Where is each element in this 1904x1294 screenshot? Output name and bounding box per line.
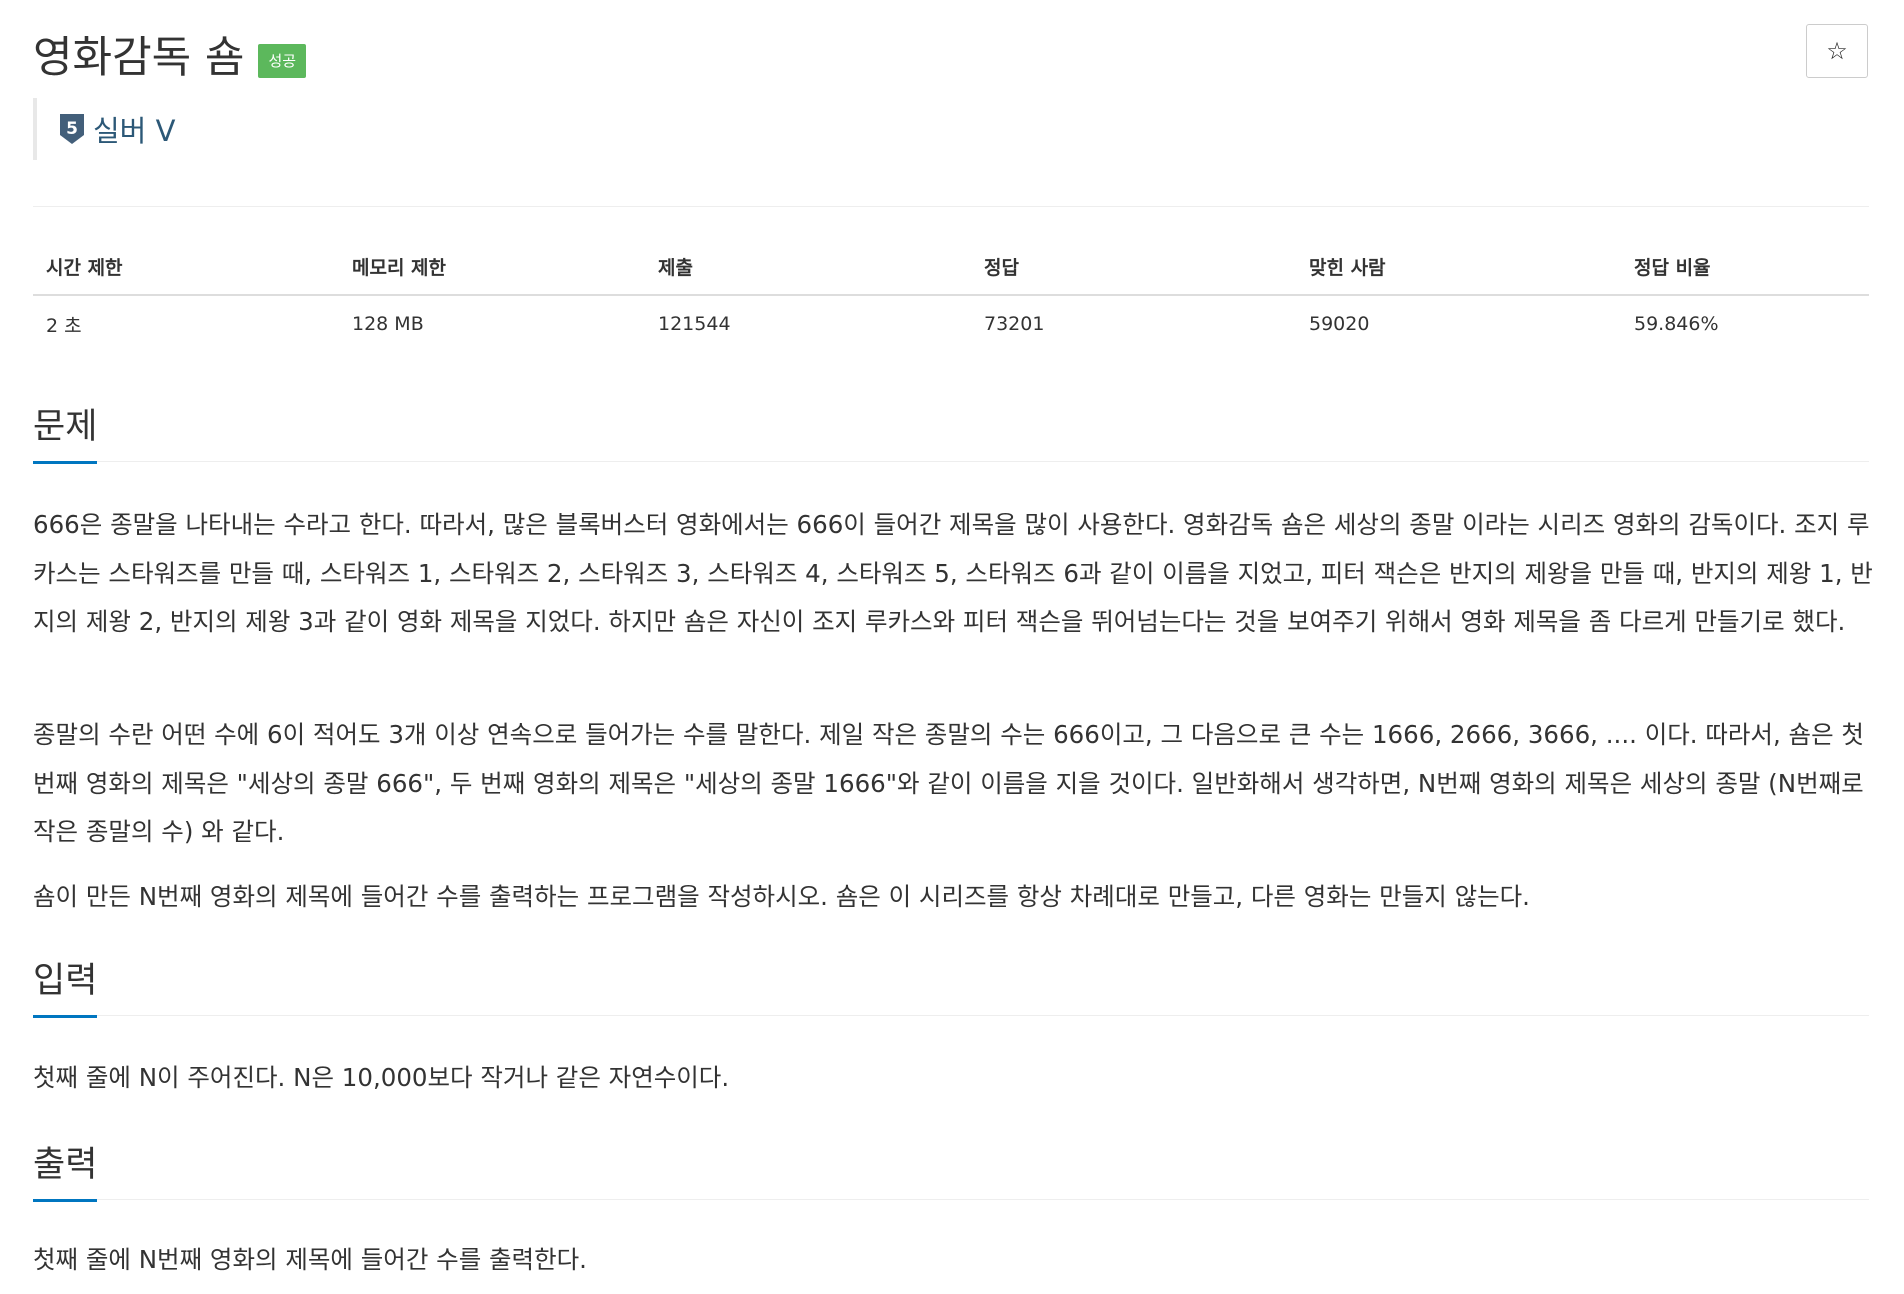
submissions-value: 121544 [658,313,731,335]
section-divider [33,1199,1869,1200]
accepted-value: 73201 [984,313,1045,335]
output-paragraph: 첫째 줄에 N번째 영화의 제목에 들어간 수를 출력한다. [33,1245,587,1274]
input-heading: 입력 [33,961,98,1001]
header-submissions: 제출 [645,238,971,296]
description-paragraph-2: 종말의 수란 어떤 수에 6이 적어도 3개 이상 연속으로 들어가는 수를 말… [33,720,1864,846]
input-paragraph: 첫째 줄에 N이 주어진다. N은 10,000보다 작거나 같은 자연수이다. [33,1063,730,1092]
solved-users-value: 59020 [1309,313,1370,335]
output-heading: 출력 [33,1145,98,1185]
section-accent-bar [33,461,97,464]
header-accept-ratio: 정답 비율 [1621,238,1869,296]
problem-info-table: 시간 제한 메모리 제한 제출 정답 맞힌 사람 정답 비율 2 초 128 M… [33,238,1869,352]
section-divider [33,461,1869,462]
info-table-row: 2 초 128 MB 121544 73201 59020 59.846% [33,295,1869,352]
status-badge: 성공 [258,44,307,78]
description-section-header: 문제 [33,402,1869,464]
section-accent-bar [33,1015,97,1018]
time-limit-value: 2 초 [46,314,82,337]
input-section-header: 입력 [33,956,1869,1018]
header-time-limit: 시간 제한 [33,238,339,296]
output-section-header: 출력 [33,1140,1869,1202]
description-paragraph-1: 666은 종말을 나타내는 수라고 한다. 따라서, 많은 블록버스터 영화에서… [33,510,1873,636]
section-divider [33,1015,1869,1016]
description-paragraph-3: 숌이 만든 N번째 영화의 제목에 들어간 수를 출력하는 프로그램을 작성하시… [33,882,1530,911]
header-memory-limit: 메모리 제한 [339,238,645,296]
title-row: 영화감독 숌 성공 [33,24,307,84]
memory-limit-value: 128 MB [352,313,424,335]
silver-tier-icon: 5 [60,114,84,144]
favorite-star-button[interactable]: ☆ [1806,24,1868,78]
description-heading: 문제 [33,407,98,447]
info-table-header-row: 시간 제한 메모리 제한 제출 정답 맞힌 사람 정답 비율 [33,238,1869,296]
tier-block: 5 실버 V [33,98,175,160]
problem-title: 영화감독 숌 [33,33,245,83]
star-icon: ☆ [1826,37,1848,65]
header-accepted: 정답 [971,238,1296,296]
section-accent-bar [33,1199,97,1202]
accept-ratio-value: 59.846% [1634,313,1719,335]
header-divider [33,206,1869,207]
tier-number: 5 [66,119,78,139]
tier-label[interactable]: 실버 V [93,108,175,150]
header-solved-users: 맞힌 사람 [1296,238,1621,296]
